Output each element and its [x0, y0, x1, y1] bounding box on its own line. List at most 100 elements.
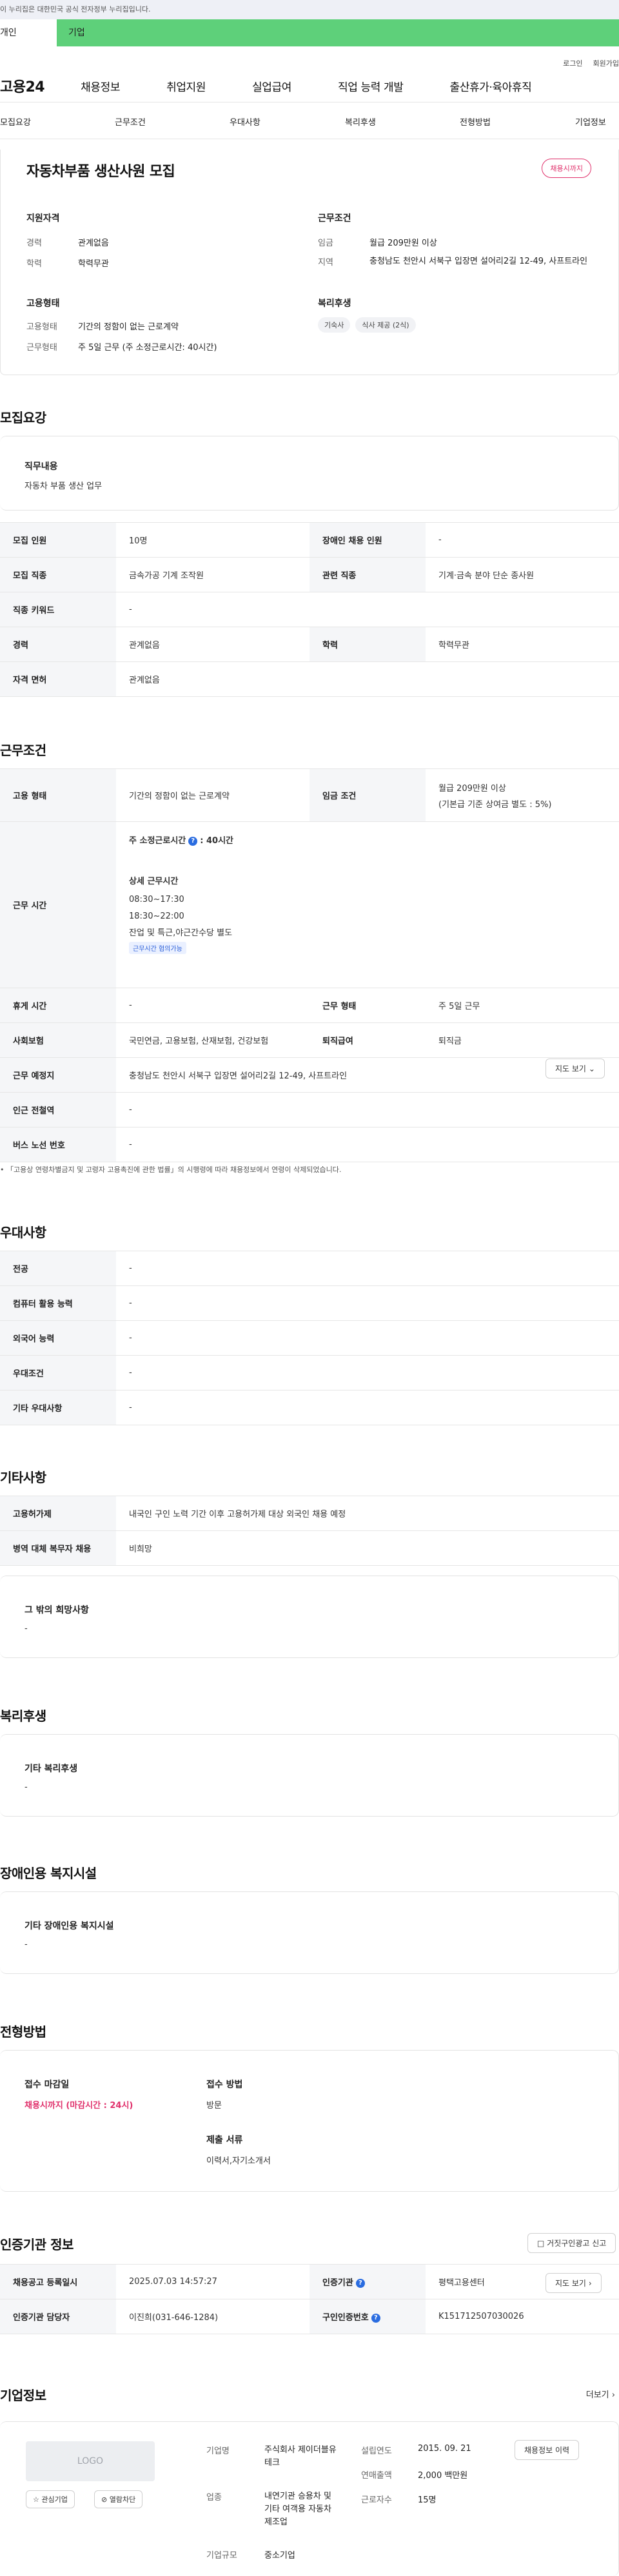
- gnb-unemployment-benefit[interactable]: 실업급여: [252, 78, 291, 94]
- cell-label: 버스 노선 번호: [0, 1127, 116, 1162]
- cell-label: 모집 인원: [0, 522, 116, 558]
- cell-label: 우대조건: [0, 1355, 116, 1390]
- cell-value: 주 소정근로시간?: 40시간 상세 근무시간 08:30~17:30 18:3…: [116, 821, 619, 988]
- report-false-ad-button[interactable]: □ 거짓구인광고 신고: [527, 2233, 616, 2253]
- selection-heading: 전형방법: [0, 2024, 46, 2040]
- hours-detail-title: 상세 근무시간: [129, 877, 179, 886]
- gnb-skills-development[interactable]: 직업 능력 개발: [338, 78, 404, 94]
- star-icon: ☆: [33, 2495, 39, 2504]
- emp-type: 고용형태 기간의 정함이 없는 근로계약: [26, 322, 179, 332]
- preference-heading: 우대사항: [0, 1225, 46, 1240]
- industry-value: 내연기관 승용차 및 기타 여객용 자동차 제조업: [264, 2492, 331, 2527]
- cell-label: 근무 형태: [310, 988, 426, 1023]
- tab-personal[interactable]: 개인: [0, 19, 57, 46]
- age-notice: • 「고용상 연령차별금지 및 고령자 고용촉진에 관한 법률」의 시행령에 따…: [0, 1166, 342, 1174]
- cell-value: 금속가공 기계 조작원: [116, 557, 310, 592]
- table-row: 전공 -: [0, 1251, 619, 1286]
- docs-value: 이력서,자기소개서: [206, 2156, 271, 2166]
- subnav-recruit[interactable]: 모집요강: [0, 115, 31, 128]
- company-size-label: 기업규모: [206, 2551, 237, 2561]
- table-row: 모집 인원 10명 장애인 채용 인원 -: [0, 522, 619, 558]
- table-row: 고용허가제 내국인 구인 노력 기간 이후 고용허가제 대상 외국인 채용 예정: [0, 1496, 619, 1531]
- cond-location: 지역 충청남도 천안시 서북구 입장면 설어리2길 12-49, 사프트라인: [318, 257, 588, 268]
- welfare-box: 기타 복리후생 -: [0, 1734, 619, 1817]
- cell-value: 퇴직금: [426, 1022, 619, 1058]
- info-icon[interactable]: ?: [188, 836, 198, 846]
- industry-label: 업종: [206, 2493, 222, 2503]
- table-row: 컴퓨터 활용 능력 -: [0, 1285, 619, 1321]
- cell-value: 기간의 정함이 없는 근로계약: [116, 768, 310, 822]
- disability-heading: 장애인용 복지시설: [0, 1866, 97, 1881]
- emp-shape: 근무형태 주 5일 근무 (주 소정근로시간: 40시간): [26, 343, 217, 353]
- table-row: 사회보험 국민연금, 고용보험, 산재보험, 건강보험 퇴직급여 퇴직금: [0, 1022, 619, 1058]
- cell-value: -: [426, 522, 619, 558]
- cell-label: 퇴직급여: [310, 1022, 426, 1058]
- cell-label: 고용허가제: [0, 1496, 116, 1531]
- cell-label: 임금 조건: [310, 768, 426, 822]
- subnav-welfare[interactable]: 복리후생: [345, 115, 376, 128]
- established-value: 2015. 09. 21: [418, 2444, 471, 2454]
- method-value: 방문: [206, 2101, 222, 2111]
- info-icon[interactable]: ?: [371, 2313, 380, 2323]
- global-nav: 고용24 채용정보 취업지원 실업급여 직업 능력 개발 출산휴가·육아휴직: [0, 75, 619, 97]
- summary-card: 자동차부품 생산사원 모집 채용시까지 지원자격 경력 관계없음 학력 학력무관 근…: [0, 150, 619, 375]
- subnav-selection[interactable]: 전형방법: [460, 115, 491, 128]
- subnav-preference[interactable]: 우대사항: [230, 115, 260, 128]
- info-icon[interactable]: ?: [355, 2278, 365, 2288]
- conditions-heading: 근무조건: [318, 213, 351, 224]
- welfare-title: 기타 복리후생: [25, 1764, 78, 1774]
- sales-value: 2,000 백만원: [418, 2471, 468, 2481]
- company-more-link[interactable]: 더보기 ›: [586, 2388, 615, 2400]
- recruit-heading: 모집요강: [0, 410, 46, 425]
- chevron-right-icon: ›: [611, 2390, 615, 2400]
- gnb-parental-leave[interactable]: 출산휴가·육아휴직: [449, 78, 531, 94]
- cell-value: -: [116, 1092, 619, 1127]
- company-heading: 기업정보: [0, 2388, 46, 2403]
- util-links: 로그인 회원가입: [563, 58, 619, 68]
- cell-label: 학력: [310, 627, 426, 662]
- cell-value: 관계없음: [116, 627, 310, 662]
- sales-label: 연매출액: [361, 2471, 392, 2481]
- qual-career: 경력 관계없음: [26, 239, 109, 248]
- cell-value: -: [116, 1251, 619, 1286]
- site-logo[interactable]: 고용24: [0, 75, 45, 96]
- cell-value: 내국인 구인 노력 기간 이후 고용허가제 대상 외국인 채용 예정: [116, 1496, 619, 1531]
- subnav-work[interactable]: 근무조건: [115, 115, 146, 128]
- recruit-history-button[interactable]: 채용정보 이력: [515, 2440, 580, 2460]
- recruit-table: 모집 인원 10명 장애인 채용 인원 - 모집 직종 금속가공 기계 조작원 …: [0, 522, 619, 697]
- signup-link[interactable]: 회원가입: [593, 58, 619, 68]
- company-box: LOGO ☆ 관심기업 ⊘ 열람차단 기업명 주식회사 제이더블유테크 업종 내…: [0, 2421, 619, 2576]
- agency-map-button[interactable]: 지도 보기 ›: [545, 2273, 602, 2293]
- gnb-job-info[interactable]: 채용정보: [81, 78, 120, 94]
- login-link[interactable]: 로그인: [563, 58, 582, 68]
- subnav-company[interactable]: 기업정보: [575, 115, 606, 128]
- cell-value: -: [116, 1127, 619, 1162]
- method-label: 접수 방법: [206, 2080, 243, 2090]
- cell-label: 경력: [0, 627, 116, 662]
- cell-label: 장애인 채용 인원: [310, 522, 426, 558]
- cell-label: 구인인증번호?: [310, 2299, 426, 2334]
- gnb-employment-support[interactable]: 취업지원: [166, 78, 206, 94]
- cell-value: 주 5일 근무: [426, 988, 619, 1023]
- block-view-button[interactable]: ⊘ 열람차단: [94, 2490, 143, 2508]
- map-view-button[interactable]: 지도 보기 ⌄: [545, 1059, 605, 1078]
- section-subnav: 모집요강 근무조건 우대사항 복리후생 전형방법 기업정보: [0, 102, 619, 139]
- table-row: 근무 예정지 충청남도 천안시 서북구 입장면 설어리2길 12-49, 사프트…: [0, 1057, 619, 1093]
- employment-heading: 고용형태: [26, 298, 60, 309]
- cell-label: 채용공고 등록일시: [0, 2264, 116, 2299]
- cell-value: 이진희(031-646-1284): [116, 2299, 310, 2334]
- cell-value: 2025.07.03 14:57:27: [116, 2264, 310, 2299]
- favorite-company-button[interactable]: ☆ 관심기업: [26, 2490, 75, 2508]
- company-name-label: 기업명: [206, 2446, 230, 2456]
- site-header: 로그인 회원가입 고용24 채용정보 취업지원 실업급여 직업 능력 개발 출산…: [0, 46, 619, 102]
- qualification-heading: 지원자격: [26, 213, 60, 224]
- preference-table: 전공 - 컴퓨터 활용 능력 - 외국어 능력 - 우대조건 - 기타 우대사항 -: [0, 1251, 619, 1425]
- other-wishes-box: 그 밖의 희망사항 -: [0, 1576, 619, 1658]
- table-row: 자격 면허 관계없음: [0, 661, 619, 697]
- user-type-tabs: 개인 기업: [0, 19, 619, 46]
- cell-label: 근무 시간: [0, 821, 116, 988]
- job-title: 자동차부품 생산사원 모집: [26, 164, 175, 180]
- cell-label: 컴퓨터 활용 능력: [0, 1285, 116, 1321]
- tab-corporate[interactable]: 기업: [57, 19, 619, 46]
- company-size-value: 중소기업: [264, 2551, 295, 2561]
